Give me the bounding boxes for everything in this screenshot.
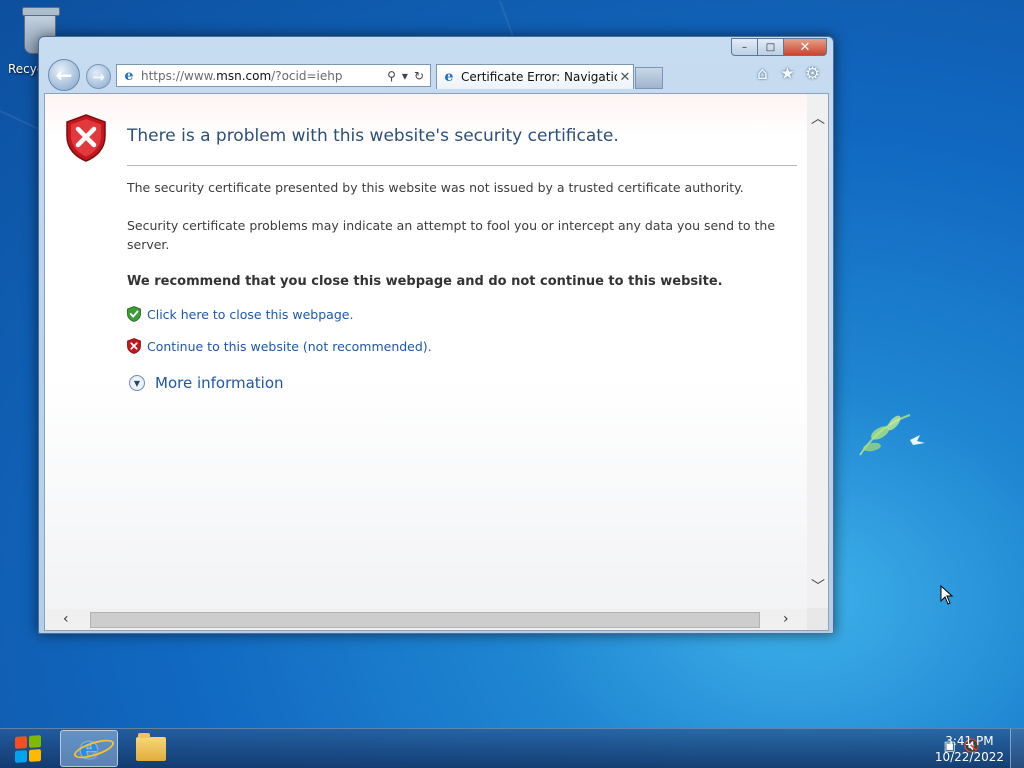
forward-button[interactable]: → [86, 64, 111, 89]
tab-close-icon[interactable]: ✕ [617, 70, 633, 85]
start-button[interactable] [2, 730, 54, 768]
taskbar-internet-explorer[interactable]: e [60, 730, 118, 767]
address-bar[interactable]: e https://www.msn.com/?ocid=iehp ⚲ ▾ ↻ [116, 64, 431, 87]
address-tools: ⚲ ▾ ↻ [387, 69, 430, 83]
minimize-button[interactable]: – [731, 38, 757, 56]
desktop-light-streak [499, 0, 515, 39]
mouse-cursor-icon [940, 585, 954, 605]
close-window-button[interactable]: ✕ [783, 38, 827, 56]
back-button[interactable]: ← [48, 59, 80, 91]
more-information-link[interactable]: More information [155, 374, 284, 392]
search-icon[interactable]: ⚲ [387, 69, 396, 83]
internet-explorer-icon: e [79, 731, 99, 766]
ie-tab-icon: e [444, 69, 454, 85]
taskbar: e ▣ 🔇 3:41 PM 10/22/2022 [0, 728, 1024, 768]
back-arrow-icon: ← [55, 63, 73, 87]
maximize-button[interactable]: □ [757, 38, 783, 56]
favorites-star-icon[interactable]: ★ [779, 66, 796, 83]
clock-time: 3:41 PM [945, 734, 994, 748]
forward-arrow-icon: → [92, 67, 105, 86]
windows-logo-icon [15, 735, 41, 763]
red-shield-x-icon [127, 338, 141, 354]
new-tab-button[interactable] [635, 67, 663, 89]
ie-page-icon: e [124, 67, 134, 84]
close-webpage-link[interactable]: Click here to close this webpage. [147, 307, 353, 322]
recommendation-text: We recommend that you close this webpage… [127, 274, 723, 289]
horizontal-scroll-thumb[interactable] [90, 612, 760, 628]
continue-website-row[interactable]: Continue to this website (not recommende… [127, 338, 432, 354]
page-content: There is a problem with this website's s… [44, 93, 829, 631]
red-shield-error-icon [66, 114, 106, 162]
expand-chevron-icon: ▼ [129, 375, 145, 391]
url-text[interactable]: https://www.msn.com/?ocid=iehp [141, 69, 387, 83]
home-icon[interactable]: ⌂ [754, 66, 771, 83]
scroll-right-icon[interactable]: › [783, 611, 789, 627]
url-suffix: /?ocid=iehp [271, 68, 343, 83]
folder-icon [136, 732, 166, 761]
tab-title: Certificate Error: Navigation... [461, 70, 617, 84]
continue-website-link[interactable]: Continue to this website (not recommende… [147, 339, 432, 354]
green-shield-check-icon [127, 306, 141, 322]
security-warning-text: Security certificate problems may indica… [127, 218, 776, 252]
chevron-down-icon[interactable]: ▾ [402, 69, 408, 83]
vertical-scrollbar[interactable]: ︿ ﹀ [807, 94, 828, 609]
clock-date: 10/22/2022 [934, 750, 1004, 764]
page-title: There is a problem with this website's s… [127, 126, 619, 146]
more-information-toggle[interactable]: ▼ More information [129, 374, 284, 392]
browser-toolbar: ⌂ ★ ⚙ [754, 66, 821, 83]
horizontal-scrollbar[interactable]: ‹ › [45, 609, 828, 630]
certificate-error-page: There is a problem with this website's s… [45, 94, 808, 609]
tab-certificate-error[interactable]: e Certificate Error: Navigation... ✕ [436, 64, 634, 89]
tools-gear-icon[interactable]: ⚙ [804, 66, 821, 83]
url-prefix: https://www. [141, 68, 217, 83]
refresh-icon[interactable]: ↻ [414, 69, 424, 83]
scroll-left-icon[interactable]: ‹ [63, 611, 69, 627]
scroll-down-icon[interactable]: ﹀ [811, 576, 825, 596]
url-host: msn.com [216, 68, 272, 83]
scroll-up-icon[interactable]: ︿ [811, 108, 825, 128]
ie-browser-window: – □ ✕ ← → e https://www.msn.com/?ocid=ie… [38, 36, 834, 634]
title-divider [127, 165, 797, 166]
close-webpage-row[interactable]: Click here to close this webpage. [127, 306, 353, 322]
taskbar-file-explorer[interactable] [122, 730, 180, 767]
scrollbar-corner [807, 608, 828, 630]
show-desktop-button[interactable] [1010, 729, 1024, 768]
taskbar-clock[interactable]: 3:41 PM 10/22/2022 [935, 733, 1004, 765]
wallpaper-leaves-decoration [859, 414, 925, 456]
window-caption-buttons: – □ ✕ [731, 38, 827, 56]
untrusted-authority-text: The security certificate presented by th… [127, 180, 744, 195]
